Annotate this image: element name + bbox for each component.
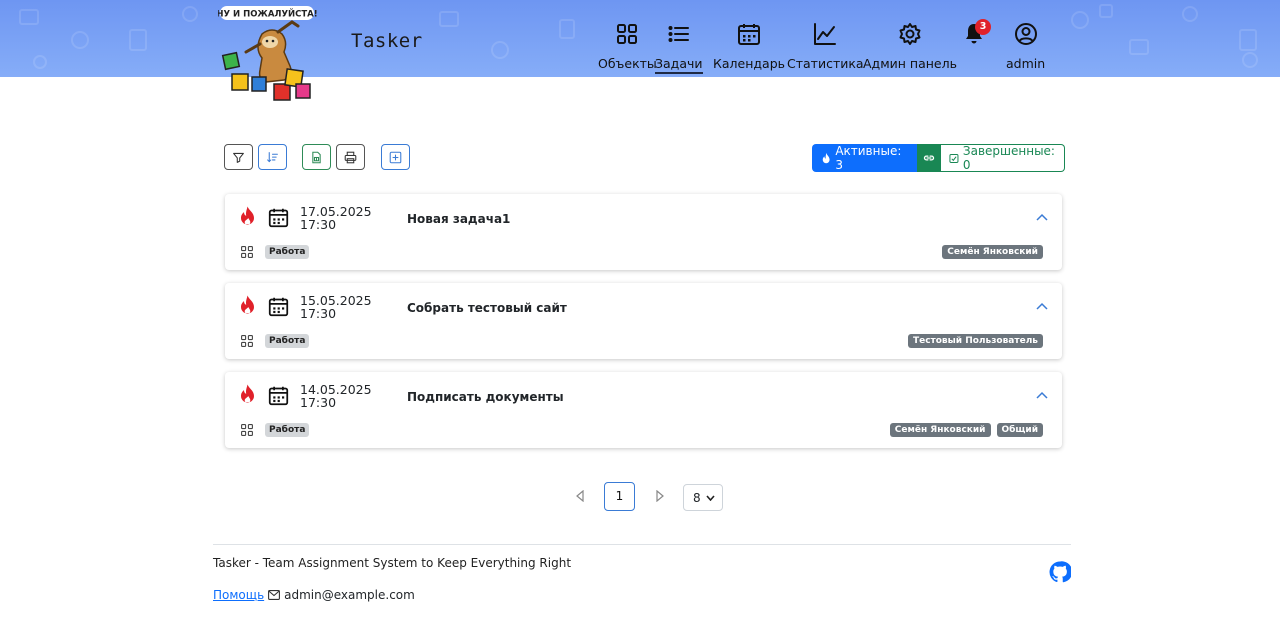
task-deadline: 17.05.2025 17:30: [300, 205, 372, 231]
envelope-icon: [268, 590, 281, 600]
calendar-icon: [738, 24, 760, 45]
assignees: Тестовый Пользователь: [907, 334, 1043, 348]
footer-tagline: Tasker - Team Assignment System to Keep …: [213, 556, 572, 570]
calendar-icon: [268, 386, 289, 406]
spreadsheet-icon: [312, 151, 321, 163]
assignee-badge: Общий: [996, 423, 1043, 437]
chevron-up-icon[interactable]: [1036, 390, 1048, 400]
sloth-logo[interactable]: НУ И ПОЖАЛУЙСТА!: [218, 4, 318, 102]
notification-count-badge: 3: [975, 19, 991, 35]
footer-divider: [213, 544, 1071, 545]
active-tasks-label: Активные: 3: [835, 144, 902, 172]
task-card[interactable]: 14.05.2025 17:30 Подписать документы Рабо…: [225, 372, 1062, 448]
grid-icon: [241, 335, 253, 347]
task-card[interactable]: 17.05.2025 17:30 Новая задача1 Работа Сем…: [225, 194, 1062, 270]
calendar-icon: [268, 208, 289, 228]
grid-icon: [617, 24, 638, 44]
active-tasks-button[interactable]: Активные: 3: [812, 144, 917, 172]
gear-icon: [899, 23, 921, 45]
fire-icon: [241, 384, 254, 403]
fire-icon: [241, 295, 254, 314]
assignees: Семён Янковский Общий: [889, 423, 1043, 437]
user-circle-icon: [1014, 23, 1037, 45]
sort-button[interactable]: [258, 144, 287, 170]
status-toggle: Активные: 3 Завершенные: 0: [812, 144, 1065, 172]
category-badge: Работа: [265, 423, 310, 437]
nav-stats-label: Статистика: [787, 56, 864, 71]
assignee-badge: Тестовый Пользователь: [907, 334, 1043, 348]
calendar-icon: [268, 297, 289, 317]
grid-icon: [241, 424, 253, 436]
page-size-select[interactable]: 8: [683, 484, 723, 511]
export-excel-button[interactable]: [302, 144, 331, 170]
page-button-current[interactable]: 1: [604, 482, 635, 511]
brand-title[interactable]: Tasker: [351, 30, 423, 52]
chevron-up-icon[interactable]: [1036, 301, 1048, 311]
logo-text: НУ И ПОЖАЛУЙСТА!: [218, 8, 318, 20]
nav-user[interactable]: admin: [1006, 22, 1045, 71]
nav-objects[interactable]: Объекты: [598, 22, 657, 71]
link-button[interactable]: [917, 144, 941, 172]
fire-icon: [822, 152, 830, 163]
contact-email[interactable]: admin@example.com: [284, 588, 415, 602]
check-square-icon: [949, 153, 959, 163]
category-badge: Работа: [265, 334, 310, 348]
nav-objects-label: Объекты: [598, 56, 657, 71]
task-title[interactable]: Подписать документы: [407, 390, 564, 404]
chart-line-icon: [814, 23, 837, 45]
nav-user-label: admin: [1006, 56, 1046, 71]
page-size-value: 8: [693, 490, 701, 505]
task-time: 17:30: [300, 306, 337, 321]
done-tasks-button[interactable]: Завершенные: 0: [941, 144, 1065, 172]
nav-notifications[interactable]: 3: [962, 19, 991, 46]
assignee-badge: Семён Янковский: [942, 245, 1043, 259]
filter-icon: [233, 152, 244, 163]
nav-stats[interactable]: Статистика: [787, 22, 864, 71]
add-task-button[interactable]: [381, 144, 410, 170]
link-icon: [923, 155, 935, 161]
chevron-up-icon[interactable]: [1036, 212, 1048, 222]
assignee-badge: Семён Янковский: [889, 423, 991, 437]
nav-calendar-label: Календарь: [713, 56, 785, 71]
printer-icon: [344, 151, 357, 163]
task-deadline: 14.05.2025 17:30: [300, 383, 372, 409]
nav-calendar[interactable]: Календарь: [713, 22, 785, 71]
plus-square-icon: [389, 151, 402, 163]
chevron-down-icon: [706, 494, 715, 501]
task-card[interactable]: 15.05.2025 17:30 Собрать тестовый сайт Ра…: [225, 283, 1062, 359]
filter-button[interactable]: [224, 144, 253, 170]
sort-icon: [267, 151, 278, 162]
prev-page-icon[interactable]: [575, 490, 585, 502]
task-time: 17:30: [300, 217, 337, 232]
footer-contact: Помощь admin@example.com: [213, 588, 415, 602]
nav-tasks[interactable]: Задачи: [655, 22, 703, 74]
print-button[interactable]: [336, 144, 365, 170]
github-icon[interactable]: [1049, 561, 1071, 583]
task-deadline: 15.05.2025 17:30: [300, 294, 372, 320]
nav-tasks-label: Задачи: [655, 56, 703, 74]
fire-icon: [241, 206, 254, 225]
done-tasks-label: Завершенные: 0: [962, 144, 1055, 172]
task-title[interactable]: Новая задача1: [407, 212, 510, 226]
help-link[interactable]: Помощь: [213, 588, 264, 602]
nav-admin-panel[interactable]: Админ панель: [863, 22, 957, 71]
category-badge: Работа: [265, 245, 310, 259]
task-title[interactable]: Собрать тестовый сайт: [407, 301, 567, 315]
grid-icon: [241, 246, 253, 258]
assignees: Семён Янковский: [942, 245, 1043, 259]
nav-admin-label: Админ панель: [863, 56, 957, 71]
list-icon: [668, 26, 689, 42]
next-page-icon[interactable]: [655, 490, 665, 502]
task-time: 17:30: [300, 395, 337, 410]
